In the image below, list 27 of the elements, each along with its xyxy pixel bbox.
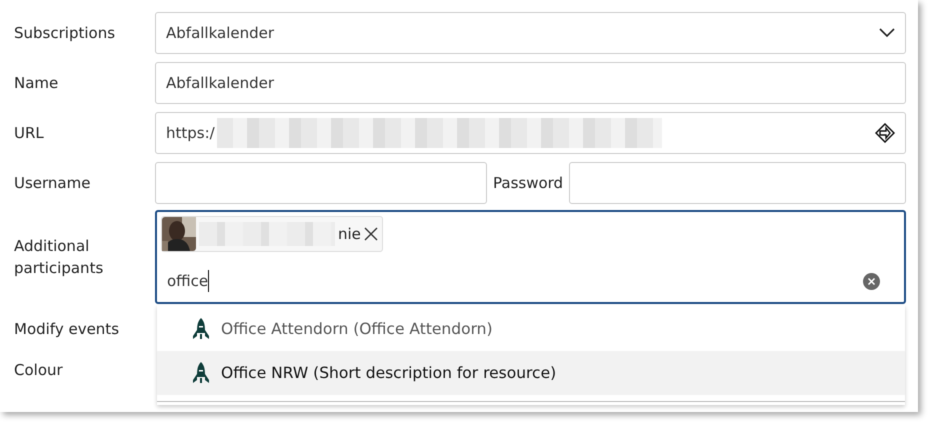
suggestion-text: Office NRW (Short description for resource): [221, 364, 556, 382]
url-field[interactable]: https:/: [155, 112, 906, 154]
participant-name: nie: [338, 225, 361, 243]
field-label: Subscriptions: [14, 23, 116, 44]
name-field[interactable]: Abfallkalender: [155, 62, 906, 104]
participant-chip[interactable]: nie: [161, 216, 383, 252]
suggestion-item[interactable]: Office NRW (Short description for resource): [157, 351, 905, 395]
rocket-icon: [191, 361, 211, 385]
field-label: Username: [14, 173, 92, 194]
chevron-down-icon: [879, 28, 895, 38]
field-label: Name: [14, 73, 60, 94]
password-field[interactable]: [569, 162, 906, 204]
username-field[interactable]: [155, 162, 487, 204]
close-icon[interactable]: [364, 227, 378, 241]
suggestion-text: Office Attendorn (Office Attendorn): [221, 320, 493, 338]
field-label: Modify events: [14, 318, 120, 340]
rocket-icon: [191, 317, 211, 341]
participants-field[interactable]: nie office: [155, 210, 906, 304]
field-label: Password: [493, 173, 564, 194]
subscription-select[interactable]: Abfallkalender: [155, 12, 906, 54]
clear-icon[interactable]: [863, 272, 880, 290]
diamond-arrow-icon[interactable]: [875, 123, 895, 143]
search-text: office: [167, 272, 208, 290]
field-label: Colour: [14, 360, 64, 380]
suggestion-item[interactable]: Office Attendorn (Office Attendorn): [157, 307, 905, 351]
field-label: URL: [14, 123, 45, 144]
field-label: Additional participants: [14, 236, 104, 279]
